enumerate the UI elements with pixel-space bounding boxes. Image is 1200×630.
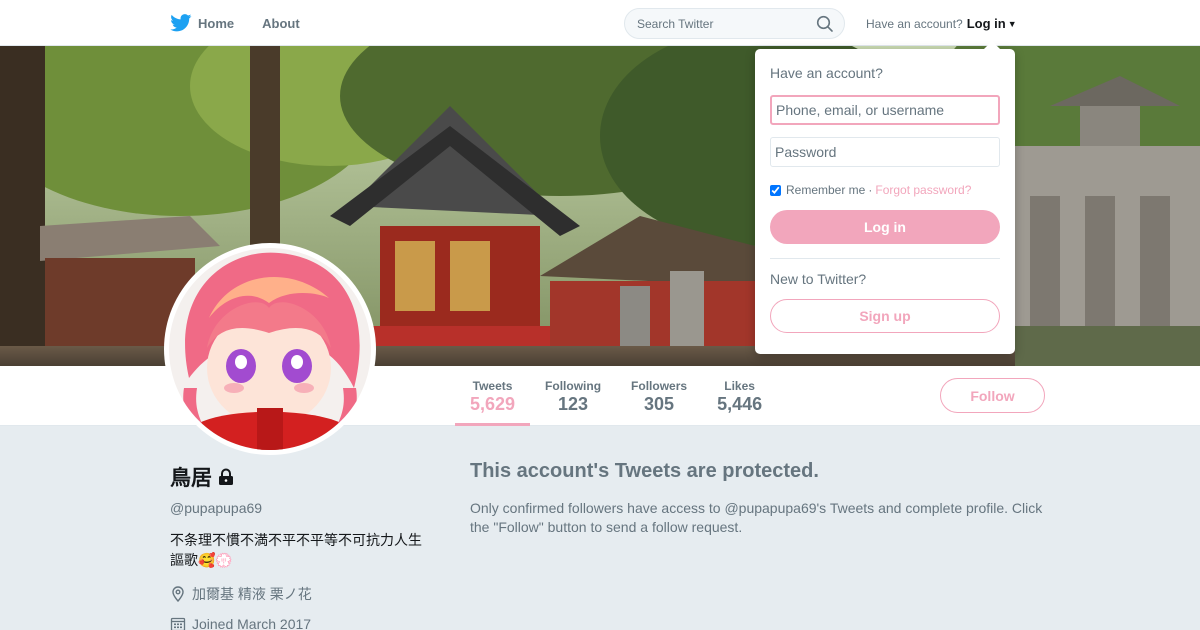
login-dropdown: Have an account? Remember me · Forgot pa… <box>755 41 1015 354</box>
location-text: 加爾基 精液 栗ノ花 <box>192 586 312 602</box>
calendar-icon <box>170 616 186 630</box>
remember-label[interactable]: Remember me <box>786 183 865 197</box>
twitter-bird-icon <box>170 14 192 32</box>
stat-likes[interactable]: Likes 5,446 <box>702 366 777 426</box>
signup-button[interactable]: Sign up <box>770 299 1000 333</box>
stat-value: 305 <box>644 394 675 414</box>
protected-body: Only confirmed followers have access to … <box>470 500 1043 535</box>
profile-name-row: 鳥居 <box>170 462 440 492</box>
stat-value: 123 <box>558 394 589 414</box>
search-input[interactable] <box>625 9 805 38</box>
divider <box>770 258 1000 259</box>
profile-handle[interactable]: @pupapupa69 <box>170 500 440 516</box>
forgot-password-link[interactable]: Forgot password? <box>875 183 971 197</box>
profile-location: 加爾基 精液 栗ノ花 <box>170 584 440 604</box>
login-button[interactable]: Log in <box>770 210 1000 244</box>
top-navigation-bar: Home About Have an account? Log in ▼ <box>0 0 1200 46</box>
nav-home-link[interactable]: Home <box>170 14 234 32</box>
bio-line: 不条理不慣不満不平不平等不可抗力人生 <box>170 532 422 548</box>
protected-heading: This account's Tweets are protected. <box>470 460 819 482</box>
profile-stats: Tweets 5,629 Following 123 Followers 305… <box>455 366 777 426</box>
account-login-toggle[interactable]: Have an account? Log in ▼ <box>866 16 1017 31</box>
stat-label: Likes <box>724 379 755 393</box>
avatar[interactable] <box>164 243 376 455</box>
follow-button[interactable]: Follow <box>940 378 1045 413</box>
stat-value: 5,629 <box>470 394 516 414</box>
separator: · <box>868 183 873 197</box>
stat-label: Tweets <box>472 379 513 393</box>
bio-line: 謳歌🥰💮 <box>170 552 233 568</box>
login-link[interactable]: Log in <box>967 16 1006 31</box>
nav-home-label: Home <box>198 15 235 31</box>
profile-card: 鳥居 @pupapupa69 不条理不慣不満不平不平等不可抗力人生 謳歌🥰💮 加… <box>170 462 440 630</box>
stat-value: 5,446 <box>717 394 763 414</box>
caret-down-icon: ▼ <box>1007 18 1017 29</box>
stat-label: Followers <box>631 379 688 393</box>
nav-about-link[interactable]: About <box>262 16 300 31</box>
location-pin-icon <box>170 586 186 602</box>
remember-row: Remember me · Forgot password? <box>770 183 1000 197</box>
new-to-twitter-text: New to Twitter? <box>770 271 867 287</box>
protected-notice: This account's Tweets are protected. Onl… <box>470 460 1060 537</box>
stat-tweets[interactable]: Tweets 5,629 <box>455 366 531 426</box>
joined-text: Joined March 2017 <box>192 616 312 630</box>
search-box <box>624 8 845 39</box>
remember-me-checkbox[interactable] <box>770 184 781 196</box>
nav-left: Home About <box>170 0 328 46</box>
stat-followers[interactable]: Followers 305 <box>616 366 702 426</box>
account-prompt: Have an account? <box>866 16 963 31</box>
stat-label: Following <box>545 379 602 393</box>
username-field[interactable] <box>770 95 1000 125</box>
profile-bio: 不条理不慣不満不平不平等不可抗力人生 謳歌🥰💮 <box>170 530 440 570</box>
avatar-image <box>169 248 371 450</box>
lock-icon <box>217 468 235 486</box>
nav-about-label: About <box>262 15 300 31</box>
password-field[interactable] <box>770 137 1000 167</box>
profile-joined: Joined March 2017 <box>170 616 440 630</box>
search-icon[interactable] <box>816 15 834 38</box>
dropdown-title: Have an account? <box>770 65 883 81</box>
profile-name: 鳥居 <box>170 467 212 490</box>
stat-following[interactable]: Following 123 <box>530 366 616 426</box>
